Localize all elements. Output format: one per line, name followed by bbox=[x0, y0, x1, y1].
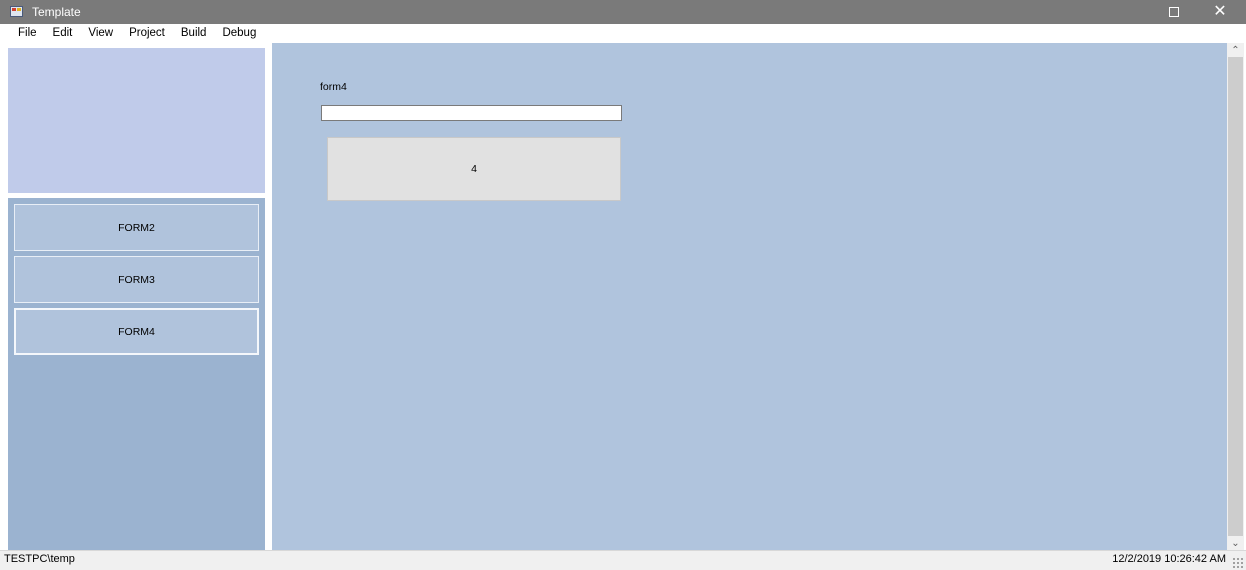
resize-grip-icon[interactable] bbox=[1232, 557, 1243, 568]
text-input[interactable] bbox=[321, 105, 622, 121]
app-icon bbox=[10, 6, 23, 17]
maximize-button[interactable] bbox=[1151, 0, 1197, 24]
close-icon: ✕ bbox=[1213, 3, 1227, 20]
menu-view[interactable]: View bbox=[80, 24, 121, 43]
scroll-thumb[interactable] bbox=[1228, 57, 1243, 536]
menu-debug[interactable]: Debug bbox=[214, 24, 264, 43]
status-user: TESTPC\temp bbox=[4, 553, 75, 565]
form3-button[interactable]: FORM3 bbox=[14, 256, 259, 303]
menu-bar: File Edit View Project Build Debug bbox=[0, 24, 1246, 43]
status-bar: TESTPC\temp 12/2/2019 10:26:42 AM bbox=[0, 550, 1246, 570]
main-content: form4 4 bbox=[272, 43, 1227, 550]
scroll-down-icon[interactable]: ⌄ bbox=[1227, 536, 1244, 550]
status-datetime: 12/2/2019 10:26:42 AM bbox=[1112, 553, 1226, 565]
form-label: form4 bbox=[320, 81, 347, 93]
nav-panel: FORM2 FORM3 FORM4 bbox=[8, 198, 265, 550]
window-title: Template bbox=[32, 5, 81, 19]
menu-build[interactable]: Build bbox=[173, 24, 215, 43]
number-button[interactable]: 4 bbox=[327, 137, 621, 201]
form2-button[interactable]: FORM2 bbox=[14, 204, 259, 251]
menu-file[interactable]: File bbox=[10, 24, 45, 43]
menu-project[interactable]: Project bbox=[121, 24, 173, 43]
form4-button[interactable]: FORM4 bbox=[14, 308, 259, 355]
title-bar[interactable]: Template ✕ bbox=[0, 0, 1246, 24]
scroll-up-icon[interactable]: ⌃ bbox=[1227, 43, 1244, 57]
logo-panel bbox=[8, 48, 265, 193]
vertical-scrollbar[interactable]: ⌃ ⌄ bbox=[1227, 43, 1244, 550]
maximize-icon bbox=[1169, 7, 1179, 17]
menu-edit[interactable]: Edit bbox=[45, 24, 81, 43]
left-pane: FORM2 FORM3 FORM4 bbox=[0, 43, 272, 550]
close-button[interactable]: ✕ bbox=[1197, 0, 1243, 24]
